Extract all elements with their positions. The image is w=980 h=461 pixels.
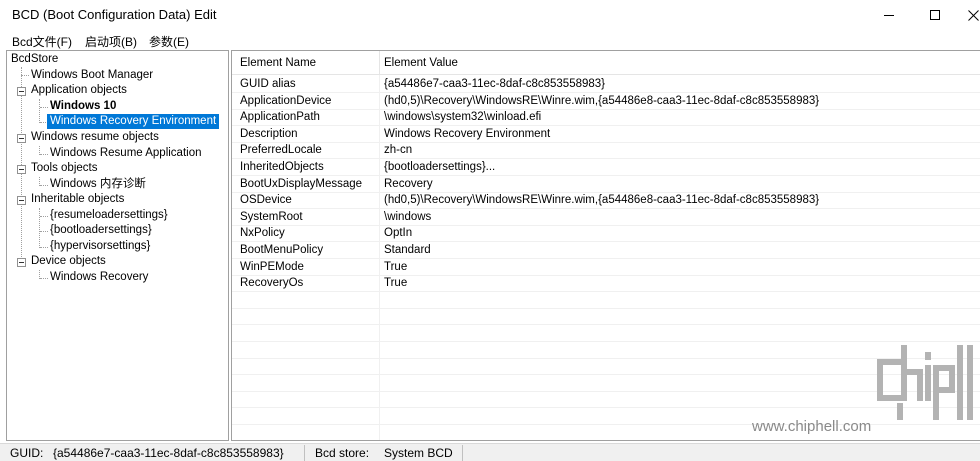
table-row[interactable]: BootUxDisplayMessage Recovery (232, 176, 980, 193)
element-name-cell: Description (240, 127, 298, 140)
element-value-cell: Recovery (384, 177, 433, 190)
tree-item-inheritable-objects[interactable]: Inheritable objects (31, 192, 124, 207)
tree-item-application-objects[interactable]: Application objects (31, 83, 127, 98)
element-list-panel: Element Name Element Value GUID alias {a5… (231, 50, 980, 441)
element-name-cell: SystemRoot (240, 210, 303, 223)
status-store-value: System BCD (384, 446, 453, 460)
status-guid-value: {a54486e7-caa3-11ec-8daf-c8c853558983} (53, 446, 284, 460)
element-name-cell: OSDevice (240, 194, 292, 207)
table-row[interactable]: SystemRoot \windows (232, 209, 980, 226)
maximize-icon (930, 10, 940, 20)
menu-boot-entry[interactable]: 启动项(B) (85, 33, 137, 50)
element-name-cell: InheritedObjects (240, 161, 324, 173)
element-value-cell: zh-cn (384, 144, 413, 157)
table-row[interactable]: ApplicationDevice (hd0,5)\Recovery\Window… (232, 93, 980, 110)
tree-item-memory-diagnostic[interactable]: Windows 内存诊断 (50, 177, 146, 192)
empty-row (232, 408, 980, 425)
element-value-cell: Windows Recovery Environment (384, 127, 551, 140)
tree-item-device-objects[interactable]: Device objects (31, 254, 106, 269)
tree-item-windows-10[interactable]: Windows 10 (50, 99, 116, 114)
table-row[interactable]: Description Windows Recovery Environment (232, 126, 980, 143)
element-value-cell: (hd0,5)\Recovery\WindowsRE\Winre.wim,{a5… (384, 94, 820, 107)
collapse-toggle-icon[interactable] (17, 134, 26, 143)
maximize-button[interactable] (912, 0, 958, 30)
status-store-label: Bcd store: (315, 446, 370, 460)
table-row[interactable]: BootMenuPolicy Standard (232, 242, 980, 259)
menu-bar: Bcd文件(F) 启动项(B) 参数(E) (0, 30, 980, 50)
element-value-cell: \windows\system32\winload.efi (384, 111, 542, 124)
window-title: BCD (Boot Configuration Data) Edit (12, 7, 217, 22)
close-icon (967, 9, 979, 21)
collapse-toggle-icon[interactable] (17, 165, 26, 174)
table-row[interactable]: NxPolicy OptIn (232, 225, 980, 243)
element-name-cell: BootMenuPolicy (240, 244, 324, 256)
element-name-cell: PreferredLocale (240, 144, 322, 157)
element-value-cell: \windows (384, 210, 432, 223)
collapse-toggle-icon[interactable] (17, 196, 26, 205)
element-value-cell: True (384, 260, 408, 273)
table-row[interactable]: InheritedObjects {bootloadersettings}... (232, 159, 980, 176)
element-name-cell: ApplicationPath (240, 111, 320, 124)
element-value-cell: (hd0,5)\Recovery\WindowsRE\Winre.wim,{a5… (384, 194, 820, 207)
empty-row (232, 325, 980, 342)
tree-item-tools-objects[interactable]: Tools objects (31, 161, 97, 176)
element-value-cell: OptIn (384, 227, 413, 240)
tree-item-resume-objects[interactable]: Windows resume objects (31, 130, 159, 145)
element-value-cell: True (384, 277, 408, 290)
table-row[interactable]: GUID alias {a54486e7-caa3-11ec-8daf-c8c85… (232, 76, 980, 93)
tree-root-bcdstore[interactable]: BcdStore (11, 52, 58, 67)
column-header-element-value[interactable]: Element Value (384, 57, 458, 69)
tree-item-windows-recovery-device[interactable]: Windows Recovery (50, 270, 148, 285)
menu-parameters[interactable]: 参数(E) (149, 33, 189, 50)
tree-item-bootloadersettings[interactable]: {bootloadersettings} (50, 223, 152, 238)
element-name-cell: GUID alias (240, 78, 296, 90)
tree-item-windows-recovery-environment[interactable]: Windows Recovery Environment (47, 114, 220, 129)
minimize-icon (884, 14, 894, 16)
empty-row (232, 292, 980, 309)
empty-row (232, 358, 980, 376)
object-tree-panel: BcdStore Windows Boot Manager Applicatio… (6, 50, 229, 441)
element-value-cell: Standard (384, 244, 431, 256)
object-tree: BcdStore Windows Boot Manager Applicatio… (7, 51, 228, 440)
tree-item-boot-manager[interactable]: Windows Boot Manager (31, 68, 153, 83)
table-row[interactable]: ApplicationPath \windows\system32\winload… (232, 109, 980, 127)
title-bar: BCD (Boot Configuration Data) Edit (0, 0, 980, 30)
table-row[interactable]: PreferredLocale zh-cn (232, 142, 980, 160)
element-value-cell: {bootloadersettings}... (384, 161, 496, 173)
empty-row (232, 375, 980, 392)
element-name-cell: WinPEMode (240, 260, 304, 273)
tree-item-resumeloadersettings[interactable]: {resumeloadersettings} (50, 208, 168, 223)
element-name-cell: NxPolicy (240, 227, 285, 240)
table-row[interactable]: RecoveryOs True (232, 275, 980, 293)
column-header-element-name[interactable]: Element Name (240, 57, 316, 69)
close-button[interactable] (958, 0, 980, 30)
empty-row (232, 308, 980, 326)
collapse-toggle-icon[interactable] (17, 87, 26, 96)
tree-item-resume-application[interactable]: Windows Resume Application (50, 146, 202, 161)
status-guid-label: GUID: (10, 446, 44, 460)
list-header: Element Name Element Value (232, 51, 980, 75)
menu-bcd-file[interactable]: Bcd文件(F) (12, 33, 72, 50)
tree-item-hypervisorsettings[interactable]: {hypervisorsettings} (50, 239, 150, 254)
empty-row (232, 342, 980, 359)
element-name-cell: ApplicationDevice (240, 94, 332, 107)
table-row[interactable]: WinPEMode True (232, 259, 980, 276)
table-row[interactable]: OSDevice (hd0,5)\Recovery\WindowsRE\Winre… (232, 192, 980, 210)
element-name-cell: BootUxDisplayMessage (240, 177, 363, 190)
element-value-cell: {a54486e7-caa3-11ec-8daf-c8c853558983} (384, 78, 606, 90)
empty-row (232, 425, 980, 440)
collapse-toggle-icon[interactable] (17, 258, 26, 267)
status-bar: GUID: {a54486e7-caa3-11ec-8daf-c8c853558… (0, 443, 980, 461)
element-name-cell: RecoveryOs (240, 277, 304, 290)
empty-row (232, 391, 980, 409)
minimize-button[interactable] (866, 0, 912, 30)
column-resize-handle[interactable] (379, 51, 380, 75)
